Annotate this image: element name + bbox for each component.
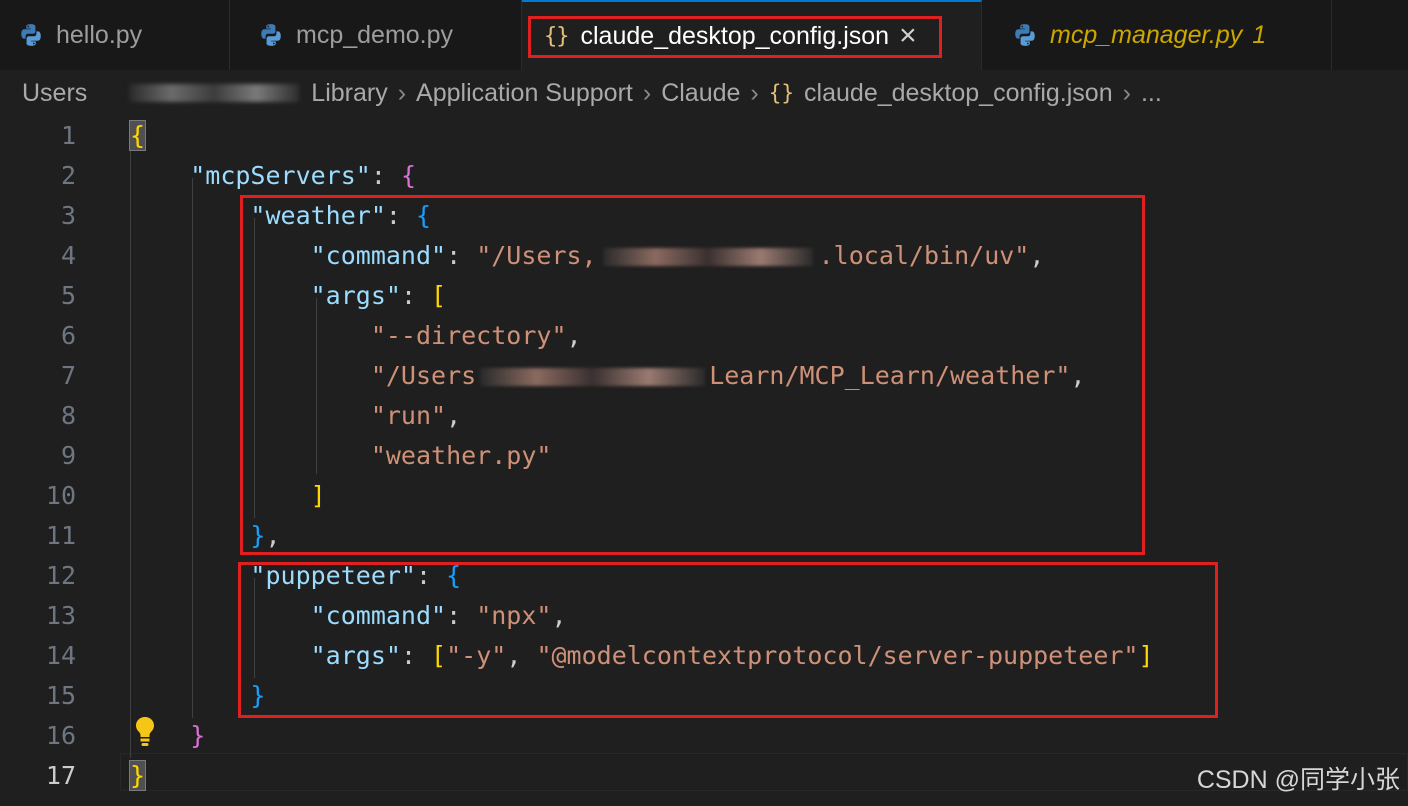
tab-label: mcp_demo.py bbox=[296, 20, 454, 49]
breadcrumb-item-claude[interactable]: Claude bbox=[661, 79, 740, 108]
highlight-box-tab bbox=[528, 16, 942, 58]
code-editor[interactable]: 1 { 2 "mcpServers": { 3 "weather": { 4 "… bbox=[0, 116, 1408, 806]
line-number: 8 bbox=[60, 401, 76, 430]
python-file-icon bbox=[1015, 24, 1035, 46]
breadcrumb-item-file[interactable]: claude_desktop_config.json bbox=[804, 79, 1113, 108]
line-number: 5 bbox=[60, 281, 76, 310]
line-number: 3 bbox=[60, 201, 76, 230]
breadcrumb-item-users[interactable]: Users bbox=[22, 79, 87, 108]
chevron-right-icon: › bbox=[750, 78, 759, 107]
json-key: "mcpServers" bbox=[190, 161, 371, 190]
breadcrumb-item-more[interactable]: ... bbox=[1141, 79, 1162, 108]
lightbulb-icon[interactable] bbox=[134, 716, 156, 748]
line-number: 11 bbox=[45, 521, 76, 550]
breadcrumb-item-application-support[interactable]: Application Support bbox=[416, 79, 633, 108]
chevron-right-icon: › bbox=[1122, 78, 1131, 107]
chevron-right-icon: › bbox=[397, 78, 407, 107]
line-text: } bbox=[128, 760, 147, 791]
line-number: 16 bbox=[45, 721, 76, 750]
breadcrumb-item-library[interactable]: Library bbox=[311, 79, 387, 108]
redacted-path bbox=[129, 84, 300, 102]
line-number: 1 bbox=[60, 121, 76, 150]
line-text: "mcpServers": { bbox=[190, 161, 417, 190]
tab-mcp-manager-py[interactable]: mcp_manager.py 1 bbox=[982, 0, 1332, 70]
line-number: 7 bbox=[60, 361, 76, 390]
line-number: 14 bbox=[45, 641, 76, 670]
line-number: 17 bbox=[45, 761, 76, 790]
python-file-icon bbox=[21, 24, 41, 46]
chevron-right-icon: › bbox=[642, 78, 652, 107]
tab-label: mcp_manager.py bbox=[1050, 20, 1243, 49]
highlight-box-weather bbox=[240, 195, 1145, 555]
problem-count-badge: 1 bbox=[1252, 20, 1267, 49]
line-number: 9 bbox=[60, 441, 76, 470]
line-number: 4 bbox=[60, 241, 76, 270]
line-number: 13 bbox=[45, 601, 76, 630]
json-file-icon: {} bbox=[768, 81, 795, 105]
tab-label: hello.py bbox=[56, 20, 143, 49]
line-number: 6 bbox=[60, 321, 76, 350]
line-number: 12 bbox=[45, 561, 76, 590]
python-file-icon bbox=[261, 24, 281, 46]
code-line: 2 "mcpServers": { bbox=[0, 156, 1408, 196]
tab-mcp-demo-py[interactable]: mcp_demo.py bbox=[230, 0, 522, 70]
breadcrumb: Users Library › Application Support › Cl… bbox=[0, 70, 1408, 116]
code-line: 16 } bbox=[0, 716, 1408, 756]
line-number: 2 bbox=[60, 161, 76, 190]
watermark: CSDN @同学小张 bbox=[1196, 766, 1400, 794]
line-number: 10 bbox=[45, 481, 76, 510]
line-text: { bbox=[128, 120, 147, 151]
highlight-box-puppeteer bbox=[238, 562, 1218, 718]
code-line: 1 { bbox=[0, 116, 1408, 156]
tab-hello-py[interactable]: hello.py bbox=[0, 0, 230, 70]
line-number: 15 bbox=[45, 681, 76, 710]
